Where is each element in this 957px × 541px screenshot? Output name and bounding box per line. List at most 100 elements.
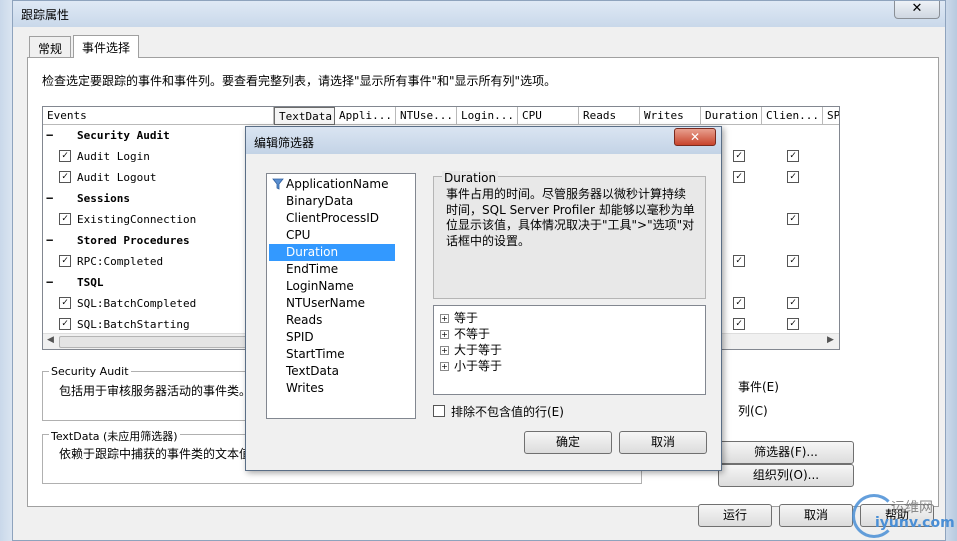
description-text: 事件占用的时间。尽管服务器以微秒计算持续时间，SQL Server Profil… (446, 187, 695, 248)
cancel-button[interactable]: 取消 (779, 504, 853, 527)
ok-button[interactable]: 确定 (524, 431, 612, 454)
filter-column-list: ApplicationName BinaryData ClientProcess… (266, 173, 416, 419)
column-header-writes[interactable]: Writes (640, 107, 701, 125)
client-checkbox[interactable]: ✓ (787, 318, 799, 330)
operator-node[interactable]: + 大于等于 (440, 341, 502, 358)
organize-columns-button[interactable]: 组织列(O)... (718, 464, 854, 487)
filter-column-item[interactable]: CPU (269, 227, 395, 244)
filter-column-item[interactable]: SPID (269, 329, 395, 346)
filter-column-item[interactable]: ClientProcessID (269, 210, 395, 227)
operator-label: 大于等于 (454, 343, 503, 357)
tab-event-selection[interactable]: 事件选择 (73, 35, 140, 58)
edit-filter-dialog: 编辑筛选器 ✕ ApplicationName BinaryData Clien… (245, 126, 722, 471)
collapse-icon[interactable]: − (46, 233, 53, 247)
duration-checkbox[interactable]: ✓ (733, 171, 745, 183)
filter-column-item[interactable]: Writes (269, 380, 395, 397)
column-filters-button[interactable]: 筛选器(F)... (718, 441, 854, 464)
column-header-cpu[interactable]: CPU (518, 107, 579, 125)
operator-node[interactable]: + 等于 (440, 309, 478, 326)
column-header-applicationname[interactable]: Appli... (335, 107, 396, 125)
collapse-icon[interactable]: − (46, 128, 53, 142)
event-label: SQL:BatchCompleted (77, 297, 197, 310)
duration-checkbox[interactable]: ✓ (733, 150, 745, 162)
event-checkbox[interactable]: ✓ (59, 150, 71, 162)
close-icon[interactable]: ✕ (894, 1, 940, 19)
category-label: Sessions (77, 192, 130, 205)
group-legend: TextData (未应用筛选器) (49, 428, 180, 444)
exclude-null-label: 排除不包含值的行(E) (451, 405, 564, 419)
column-header-spid[interactable]: SP (823, 107, 839, 125)
column-header-textdata[interactable]: TextData (274, 107, 335, 125)
group-description: 依赖于跟踪中捕获的事件类的文本值 (59, 447, 252, 461)
scroll-right-icon[interactable]: ▶ (827, 335, 834, 345)
operator-label: 小于等于 (454, 359, 503, 373)
dialog-close-icon[interactable]: ✕ (674, 128, 716, 146)
title-bar: 跟踪属性 ✕ (13, 1, 945, 27)
filter-column-item[interactable]: TextData (269, 363, 395, 380)
filter-column-item[interactable]: EndTime (269, 261, 395, 278)
show-all-events-label[interactable]: 事件(E) (738, 378, 779, 395)
column-header-clientprocessid[interactable]: Clien... (762, 107, 823, 125)
operator-node[interactable]: + 小于等于 (440, 357, 502, 374)
collapse-icon[interactable]: − (46, 275, 53, 289)
filter-operators-tree: + 等于 + 不等于 + 大于等于 + 小于等于 (433, 305, 706, 395)
event-label: Audit Logout (77, 171, 157, 184)
operator-label: 等于 (454, 311, 479, 325)
watermark-line1: 运维网 (891, 500, 933, 516)
show-all-columns-label[interactable]: 列(C) (738, 402, 768, 419)
duration-checkbox[interactable]: ✓ (733, 318, 745, 330)
filter-column-item[interactable]: BinaryData (269, 193, 395, 210)
filter-column-item[interactable]: StartTime (269, 346, 395, 363)
column-header-duration[interactable]: Duration (701, 107, 762, 125)
event-checkbox[interactable]: ✓ (59, 171, 71, 183)
event-label: SQL:BatchStarting (77, 318, 190, 331)
filter-column-item[interactable]: LoginName (269, 278, 395, 295)
expand-icon[interactable]: + (440, 362, 449, 371)
column-header-ntusername[interactable]: NTUse... (396, 107, 457, 125)
instructions-text: 检查选定要跟踪的事件和事件列。要查看完整列表，请选择"显示所有事件"和"显示所有… (42, 74, 557, 88)
column-header-loginname[interactable]: Login... (457, 107, 518, 125)
duration-checkbox[interactable]: ✓ (733, 255, 745, 267)
operator-node[interactable]: + 不等于 (440, 325, 490, 342)
dialog-cancel-button[interactable]: 取消 (619, 431, 707, 454)
category-label: Security Audit (77, 129, 170, 142)
operator-label: 不等于 (454, 327, 491, 341)
dialog-body: ApplicationName BinaryData ClientProcess… (246, 154, 721, 470)
dialog-title: 编辑筛选器 (254, 136, 315, 150)
filter-column-item[interactable]: ApplicationName (269, 176, 395, 193)
event-label: Audit Login (77, 150, 150, 163)
column-header-events[interactable]: Events (43, 107, 274, 125)
expand-icon[interactable]: + (440, 330, 449, 339)
client-checkbox[interactable]: ✓ (787, 213, 799, 225)
group-legend: Security Audit (49, 365, 131, 378)
filter-column-item[interactable]: NTUserName (269, 295, 395, 312)
tab-general[interactable]: 常规 (29, 36, 72, 58)
expand-icon[interactable]: + (440, 314, 449, 323)
event-label: ExistingConnection (77, 213, 197, 226)
expand-icon[interactable]: + (440, 346, 449, 355)
event-label: RPC:Completed (77, 255, 164, 268)
category-label: TSQL (77, 276, 104, 289)
dialog-title-bar: 编辑筛选器 ✕ (246, 127, 721, 154)
client-checkbox[interactable]: ✓ (787, 171, 799, 183)
collapse-icon[interactable]: − (46, 191, 53, 205)
duration-checkbox[interactable]: ✓ (733, 297, 745, 309)
filter-column-item-selected[interactable]: Duration (269, 244, 395, 261)
event-checkbox[interactable]: ✓ (59, 213, 71, 225)
group-description: 包括用于审核服务器活动的事件类。 (59, 384, 252, 398)
window-title: 跟踪属性 (21, 8, 70, 22)
client-checkbox[interactable]: ✓ (787, 255, 799, 267)
client-checkbox[interactable]: ✓ (787, 297, 799, 309)
column-header-reads[interactable]: Reads (579, 107, 640, 125)
client-checkbox[interactable]: ✓ (787, 150, 799, 162)
description-title: Duration (442, 171, 499, 185)
watermark-line2: iyunv.com (875, 515, 955, 531)
run-button[interactable]: 运行 (698, 504, 772, 527)
scroll-left-icon[interactable]: ◀ (47, 335, 54, 345)
event-checkbox[interactable]: ✓ (59, 318, 71, 330)
event-checkbox[interactable]: ✓ (59, 297, 71, 309)
category-label: Stored Procedures (77, 234, 190, 247)
exclude-null-checkbox[interactable] (433, 405, 445, 417)
filter-column-item[interactable]: Reads (269, 312, 395, 329)
event-checkbox[interactable]: ✓ (59, 255, 71, 267)
